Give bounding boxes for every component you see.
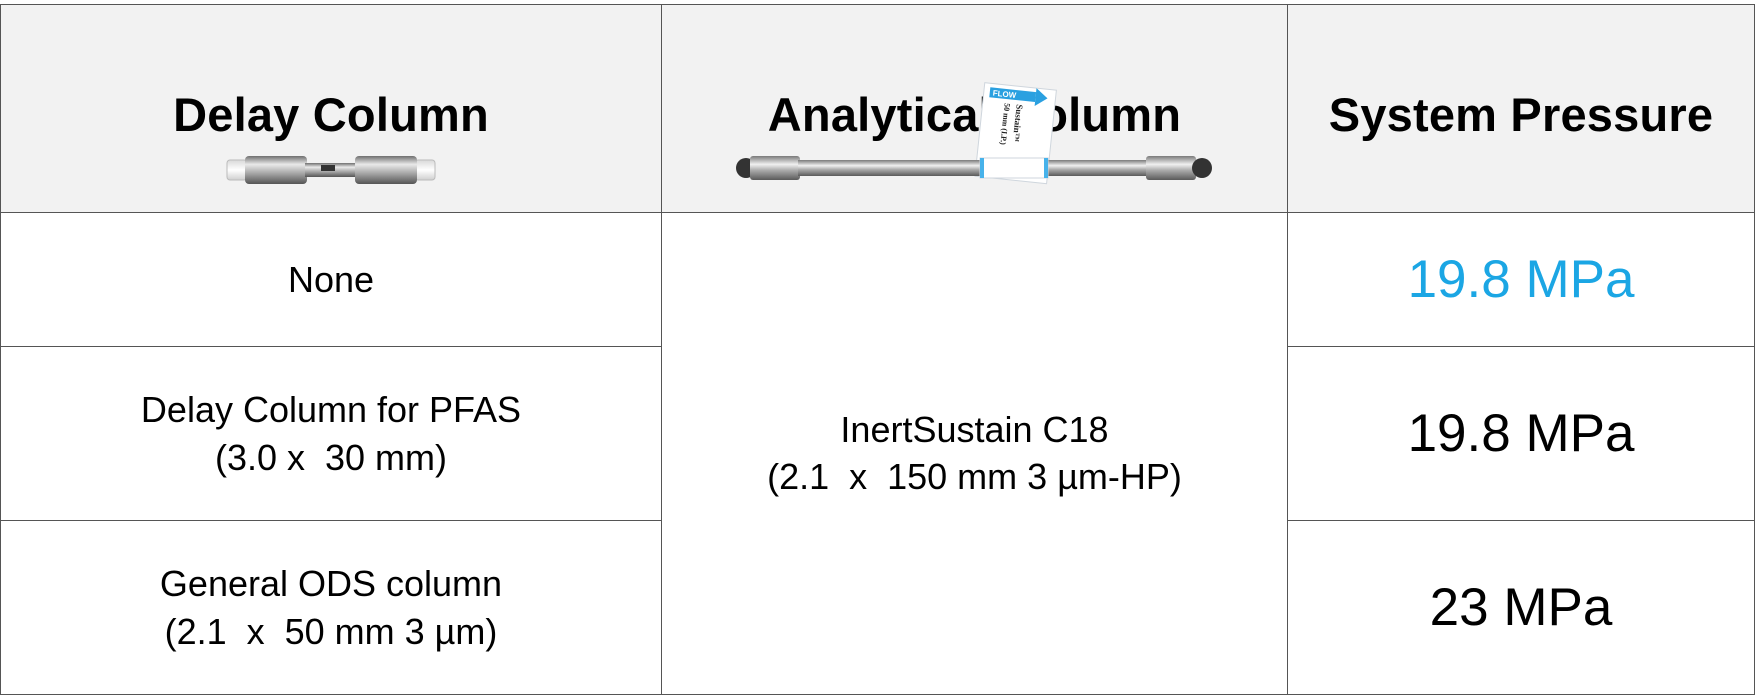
- delay-name: General ODS column: [159, 563, 503, 605]
- delay-spec: (3.0 x 30 mm): [214, 436, 448, 478]
- delay-cell: General ODS column (2.1 x 50 mm 3 µm): [0, 520, 662, 695]
- pressure-value: 19.8 MPa: [1407, 249, 1635, 309]
- comparison-table: Delay Column Analytical Column FLOW Sust…: [0, 4, 1755, 696]
- header-system-pressure: System Pressure: [1287, 4, 1755, 213]
- pressure-cell-highlight: 19.8 MPa: [1287, 211, 1755, 347]
- analytical-column-image: FLOW Sustain™ 50 mm (I.P.): [662, 80, 1287, 192]
- delay-cell: None: [0, 211, 662, 347]
- pressure-value: 23 MPa: [1429, 578, 1613, 638]
- header-analytical-column: Analytical Column FLOW Sustain™ 50 mm (I…: [661, 4, 1288, 213]
- pressure-value: 19.8 MPa: [1407, 404, 1635, 464]
- delay-value: None: [287, 258, 375, 300]
- delay-cell: Delay Column for PFAS (3.0 x 30 mm): [0, 345, 662, 522]
- header-row: Delay Column Analytical Column FLOW Sust…: [0, 4, 1755, 213]
- pressure-cell: 19.8 MPa: [1287, 345, 1755, 522]
- table-row: None InertSustain C18 (2.1 x 150 mm 3 µm…: [0, 211, 1755, 696]
- analytical-column-icon: FLOW Sustain™ 50 mm (I.P.): [735, 81, 1212, 184]
- delay-column-image: [1, 152, 661, 188]
- header-pressure-title: System Pressure: [1328, 87, 1714, 141]
- analytical-cell: InertSustain C18 (2.1 x 150 mm 3 µm-HP): [661, 211, 1288, 696]
- delay-column-icon: [226, 155, 436, 184]
- pressure-cell: 23 MPa: [1287, 520, 1755, 695]
- delay-spec: (2.1 x 50 mm 3 µm): [164, 610, 498, 652]
- analytical-name: InertSustain C18: [840, 408, 1109, 450]
- analytical-spec: (2.1 x 150 mm 3 µm-HP): [767, 456, 1182, 498]
- delay-name: Delay Column for PFAS: [140, 389, 522, 431]
- header-delay-column: Delay Column: [0, 4, 662, 213]
- header-delay-title: Delay Column: [173, 87, 489, 141]
